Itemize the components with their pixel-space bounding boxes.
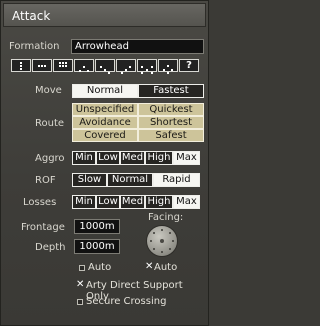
formation-echelon-right-button[interactable] xyxy=(116,59,136,74)
aggro-med-button[interactable]: Med xyxy=(120,151,145,165)
formation-box-button[interactable] xyxy=(53,59,73,72)
auto-facing-checkmark-icon[interactable]: ✕ xyxy=(145,261,153,272)
facing-label: Facing: xyxy=(148,212,184,223)
auto-size-checkbox[interactable] xyxy=(79,265,85,271)
rof-label: ROF xyxy=(35,175,56,186)
route-safest-button[interactable]: Safest xyxy=(138,129,204,142)
auto-facing-label: Auto xyxy=(154,262,178,273)
route-unspecified-button[interactable]: Unspecified xyxy=(72,103,138,116)
losses-high-button[interactable]: High xyxy=(145,195,173,209)
losses-low-button[interactable]: Low xyxy=(96,195,120,209)
arty-checkmark-icon[interactable]: ✕ xyxy=(76,279,84,290)
secure-crossing-checkbox[interactable] xyxy=(77,299,83,305)
compass-icon xyxy=(150,229,174,253)
move-fastest-button[interactable]: Fastest xyxy=(138,84,204,98)
wedge-formation-icon xyxy=(141,66,153,74)
formation-echelon-left-button[interactable] xyxy=(95,59,115,74)
rof-slow-button[interactable]: Slow xyxy=(72,173,107,187)
title-bar: Attack xyxy=(3,3,206,27)
secure-crossing-label: Secure Crossing xyxy=(86,296,167,307)
depth-input[interactable]: 1000m xyxy=(74,239,120,254)
box-formation-icon xyxy=(59,62,67,67)
losses-min-button[interactable]: Min xyxy=(72,195,96,209)
formation-diamond-button[interactable] xyxy=(158,59,178,74)
route-quickest-button[interactable]: Quickest xyxy=(138,103,204,116)
route-avoidance-button[interactable]: Avoidance xyxy=(72,116,138,129)
losses-label: Losses xyxy=(23,197,57,208)
losses-max-button[interactable]: Max xyxy=(173,195,200,209)
route-label: Route xyxy=(35,118,65,129)
depth-label: Depth xyxy=(35,242,66,253)
frontage-label: Frontage xyxy=(21,222,65,233)
formation-column-button[interactable] xyxy=(11,59,31,72)
aggro-label: Aggro xyxy=(35,153,65,164)
route-covered-button[interactable]: Covered xyxy=(72,129,138,142)
formation-value-field[interactable]: Arrowhead xyxy=(71,39,204,54)
move-normal-button[interactable]: Normal xyxy=(72,84,138,98)
formation-line-button[interactable] xyxy=(32,59,52,72)
move-label: Move xyxy=(35,85,62,96)
arrowhead-formation-icon xyxy=(79,66,89,72)
formation-label: Formation xyxy=(9,41,60,52)
attack-orders-panel: Attack Formation Arrowhead ? Move Normal… xyxy=(0,0,209,326)
column-formation-icon xyxy=(20,62,22,70)
panel-title: Attack xyxy=(12,9,51,23)
facing-dial[interactable] xyxy=(146,225,178,257)
echelon-right-formation-icon xyxy=(121,66,131,74)
route-shortest-button[interactable]: Shortest xyxy=(138,116,204,129)
aggro-high-button[interactable]: High xyxy=(145,151,173,165)
aggro-max-button[interactable]: Max xyxy=(173,151,200,165)
frontage-input[interactable]: 1000m xyxy=(74,219,120,234)
losses-med-button[interactable]: Med xyxy=(120,195,145,209)
rof-rapid-button[interactable]: Rapid xyxy=(153,173,200,187)
formation-arrowhead-button[interactable] xyxy=(74,59,94,72)
aggro-low-button[interactable]: Low xyxy=(96,151,120,165)
rof-normal-button[interactable]: Normal xyxy=(107,173,153,187)
auto-size-label: Auto xyxy=(88,262,112,273)
echelon-left-formation-icon xyxy=(100,66,110,74)
diamond-formation-icon xyxy=(163,65,173,74)
aggro-min-button[interactable]: Min xyxy=(72,151,96,165)
formation-help-button[interactable]: ? xyxy=(179,59,199,72)
line-formation-icon xyxy=(33,60,51,71)
formation-wedge-button[interactable] xyxy=(137,59,157,74)
